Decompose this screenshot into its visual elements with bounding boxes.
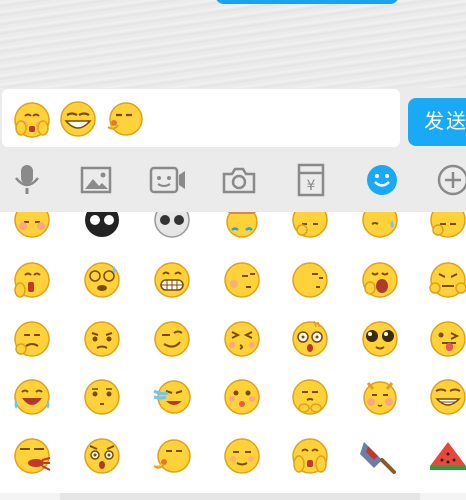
kiss-side-emoji [104, 99, 144, 139]
camera-icon[interactable] [219, 160, 259, 200]
chat-background [0, 0, 466, 88]
blood-spit-emoji[interactable] [12, 436, 52, 476]
skull-emoji[interactable] [152, 212, 192, 240]
message-input[interactable] [2, 89, 400, 147]
sweat-emoji[interactable] [360, 212, 400, 240]
cleaver-emoji[interactable] [360, 436, 400, 476]
angry-emoji[interactable] [428, 212, 466, 240]
shocked-emoji[interactable] [290, 319, 330, 359]
covering-face-emoji [12, 99, 52, 139]
dizzy-emoji[interactable] [82, 260, 122, 300]
crying-emoji[interactable] [152, 377, 192, 417]
laugh-cry-emoji[interactable] [12, 377, 52, 417]
shy-smile-emoji[interactable] [222, 377, 262, 417]
grinning-squint-emoji [58, 99, 98, 139]
teary-eyes-emoji[interactable] [360, 319, 400, 359]
shy-emoji[interactable] [12, 212, 52, 240]
grin-glasses-emoji[interactable] [428, 377, 466, 417]
image-icon[interactable] [76, 160, 116, 200]
blank-emoji[interactable] [82, 377, 122, 417]
grin-teeth-emoji[interactable] [152, 260, 192, 300]
svg-text:¥: ¥ [307, 178, 316, 194]
rosy-emoji[interactable] [360, 377, 400, 417]
watermelon-emoji[interactable] [428, 436, 466, 476]
input-toolbar: ¥ [0, 150, 466, 212]
sad-hand-emoji[interactable] [12, 319, 52, 359]
pout-emoji[interactable] [290, 377, 330, 417]
strong-emoji[interactable] [428, 260, 466, 300]
thinking-emoji[interactable] [290, 212, 330, 240]
worried-emoji[interactable] [82, 319, 122, 359]
smirk-emoji[interactable] [152, 319, 192, 359]
meh-emoji[interactable] [222, 436, 262, 476]
video-call-icon[interactable] [148, 160, 188, 200]
red-packet-icon[interactable]: ¥ [291, 160, 331, 200]
yawn-emoji[interactable] [360, 260, 400, 300]
sulk-emoji[interactable] [290, 260, 330, 300]
skull-dark-emoji[interactable] [82, 212, 122, 240]
panel-bottom-edge [0, 493, 466, 500]
voice-icon[interactable] [7, 160, 47, 200]
speechless-emoji[interactable] [82, 436, 122, 476]
message-bubble-edge[interactable] [215, 0, 399, 4]
sideeye-emoji[interactable] [222, 260, 262, 300]
emoji-panel [0, 212, 466, 500]
plus-icon[interactable] [433, 160, 466, 200]
shh-emoji[interactable] [152, 436, 192, 476]
input-bar: 发送 [0, 88, 466, 150]
hammered-emoji[interactable] [222, 212, 262, 240]
squint-kiss-emoji[interactable] [222, 319, 262, 359]
tongue-wink-emoji[interactable] [428, 319, 466, 359]
emoji-icon[interactable] [362, 160, 402, 200]
covering-face-emoji[interactable] [290, 436, 330, 476]
send-button[interactable]: 发送 [408, 98, 466, 146]
bloody-emoji[interactable] [12, 260, 52, 300]
